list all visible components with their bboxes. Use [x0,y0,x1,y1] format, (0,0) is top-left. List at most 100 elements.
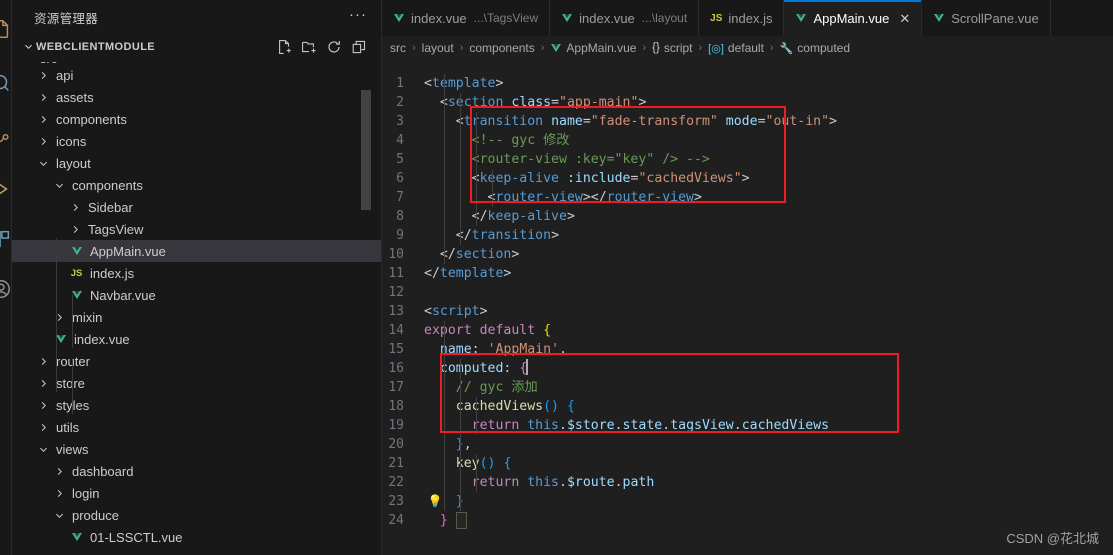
tree-item-label: 01-LSSCTL.vue [90,529,183,545]
account-icon[interactable] [0,278,12,300]
code-line[interactable]: 14 export default { [382,321,1113,340]
breadcrumb-item-src[interactable]: src [390,41,406,55]
vue-file-icon [68,289,85,301]
code-line[interactable]: 15 name: 'AppMain', [382,340,1113,359]
explorer-more-actions-button[interactable]: ··· [349,6,367,29]
collapse-all-icon[interactable] [351,39,367,55]
search-icon[interactable] [0,72,12,94]
chevron-right-icon[interactable] [36,136,51,147]
code-line[interactable]: 19 return this.$store.state.tagsView.cac… [382,416,1113,435]
breadcrumb-item-layout[interactable]: layout [422,41,454,55]
tree-item-components[interactable]: components [12,108,381,130]
code-line[interactable]: 9 </transition> [382,226,1113,245]
tree-item-utils[interactable]: utils [12,416,381,438]
folder-section-header[interactable]: WEBCLIENTMODULE [12,35,381,58]
tree-item-styles[interactable]: styles [12,394,381,416]
editor-tab-index-vue-0[interactable]: index.vue ...\TagsView [382,0,551,36]
tree-item-mixin[interactable]: mixin [12,306,381,328]
lightbulb-icon[interactable]: 💡 [428,494,443,508]
code-line[interactable]: 18 cachedViews() { [382,397,1113,416]
tree-item-navbar-vue[interactable]: Navbar.vue [12,284,381,306]
file-tree[interactable]: srcapiassetscomponentsiconslayoutcompone… [12,62,381,555]
chevron-right-icon[interactable] [68,202,83,213]
breadcrumb-item-script[interactable]: {} script [652,41,692,55]
chevron-down-icon[interactable] [20,41,36,52]
breadcrumb-item-default[interactable]: [◎] default [708,41,764,55]
tree-item-index-vue[interactable]: index.vue [12,328,381,350]
code-line[interactable]: 20 }, [382,435,1113,454]
tree-item-components[interactable]: components [12,174,381,196]
code-line[interactable]: 4 <!-- gyc 修改 [382,131,1113,150]
chevron-right-icon[interactable] [52,466,67,477]
code-editor[interactable]: 1<template>2 <section class="app-main">3… [382,60,1113,555]
chevron-right-icon[interactable] [36,422,51,433]
tree-item-layout[interactable]: layout [12,152,381,174]
chevron-right-icon[interactable] [36,114,51,125]
code-line[interactable]: 21 key() { [382,454,1113,473]
tree-item-sidebar[interactable]: Sidebar [12,196,381,218]
code-line[interactable]: 5 <router-view :key="key" /> --> [382,150,1113,169]
chevron-right-icon[interactable] [36,356,51,367]
chevron-down-icon[interactable] [52,510,67,521]
tab-label: index.vue [579,10,635,26]
code-line[interactable]: 13 <script> [382,302,1113,321]
tree-item-router[interactable]: router [12,350,381,372]
explorer-icon[interactable] [0,18,12,40]
tree-item-views[interactable]: views [12,438,381,460]
tree-item-login[interactable]: login [12,482,381,504]
breadcrumb-item-appmain-vue[interactable]: AppMain.vue [550,41,636,55]
breadcrumb-item-computed[interactable]: 🔧 computed [780,41,850,55]
activity-bar [0,0,12,555]
source-control-icon[interactable] [0,126,12,148]
code-line[interactable]: 12 [382,283,1113,302]
tree-item-dashboard[interactable]: dashboard [12,460,381,482]
new-folder-icon[interactable] [301,39,317,55]
tree-item-store[interactable]: store [12,372,381,394]
code-line[interactable]: 11 </template> [382,264,1113,283]
tree-item-tagsview[interactable]: TagsView [12,218,381,240]
code-line[interactable]: 16 computed: { [382,359,1113,378]
editor-tab-index-js[interactable]: JS index.js [699,0,785,36]
tree-item-index-js[interactable]: JS index.js [12,262,381,284]
code-line[interactable]: 10 </section> [382,245,1113,264]
chevron-right-icon[interactable] [36,378,51,389]
indent-guide [475,397,477,435]
run-debug-icon[interactable] [0,178,12,200]
tree-item-icons[interactable]: icons [12,130,381,152]
refresh-icon[interactable] [326,39,342,55]
editor-area: index.vue ...\TagsView index.vue ...\layout… [382,0,1113,555]
code-line[interactable]: 24 } [382,511,1113,530]
code-line[interactable]: 1 <template> [382,74,1113,93]
line-number: 5 [396,152,404,167]
chevron-down-icon[interactable] [36,444,51,455]
tree-item-produce[interactable]: produce [12,504,381,526]
chevron-right-icon[interactable] [52,488,67,499]
code-line[interactable]: 23 } [382,492,1113,511]
extensions-icon[interactable] [0,228,12,250]
chevron-right-icon[interactable] [36,400,51,411]
chevron-down-icon[interactable] [52,180,67,191]
code-line[interactable]: 22 return this.$route.path [382,473,1113,492]
vue-file-icon [550,42,562,54]
chevron-right-icon[interactable] [36,92,51,103]
close-icon[interactable]: ✕ [899,12,910,25]
tree-item-assets[interactable]: assets [12,86,381,108]
line-number: 7 [396,190,404,205]
code-line[interactable]: 8 </keep-alive> [382,207,1113,226]
code-line[interactable]: 17 // gyc 添加 [382,378,1113,397]
tree-item-appmain-vue[interactable]: AppMain.vue [12,240,381,262]
chevron-right-icon[interactable] [36,70,51,81]
breadcrumb: src › layout › components › AppMain.vue › {} scri… [382,36,1113,60]
editor-tab-index-vue-1[interactable]: index.vue ...\layout [550,0,700,36]
tree-item-api[interactable]: api [12,64,381,86]
editor-tab-scrollpane-vue[interactable]: ScrollPane.vue [922,0,1051,36]
chevron-right-icon[interactable] [68,224,83,235]
code-line[interactable]: 3 <transition name="fade-transform" mode… [382,112,1113,131]
breadcrumb-item-components[interactable]: components [469,41,534,55]
editor-tab-appmain-vue[interactable]: AppMain.vue ✕ [784,0,923,36]
tree-item-01-lssctl-vue[interactable]: 01-LSSCTL.vue [12,526,381,548]
chevron-right-icon[interactable] [52,312,67,323]
chevron-down-icon[interactable] [36,158,51,169]
new-file-icon[interactable] [276,39,292,55]
code-line[interactable]: 2 <section class="app-main"> [382,93,1113,112]
